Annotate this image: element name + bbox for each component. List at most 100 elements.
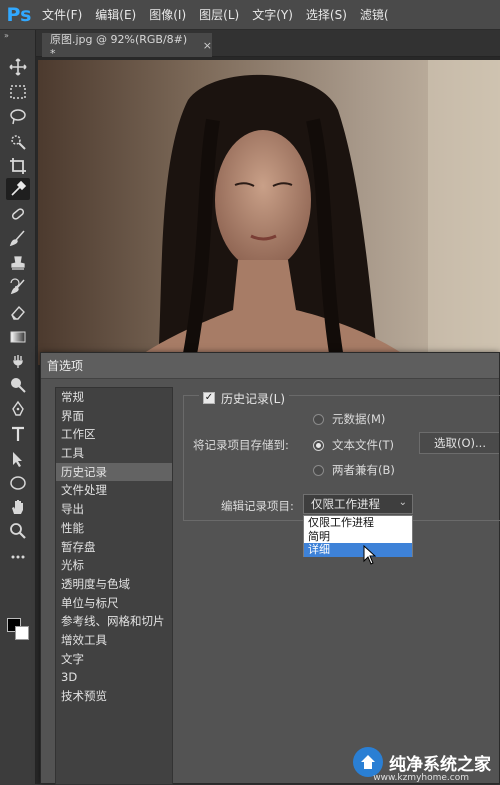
photoshop-logo: Ps bbox=[6, 3, 32, 26]
category-item[interactable]: 性能 bbox=[56, 519, 172, 538]
more-tools-button[interactable] bbox=[6, 546, 30, 568]
document-tab-title: 原图.jpg @ 92%(RGB/8#) * bbox=[50, 32, 188, 60]
edit-log-items-label: 编辑记录项目: bbox=[221, 499, 294, 513]
eraser-tool-button[interactable] bbox=[6, 301, 30, 323]
tools-panel: » bbox=[0, 30, 36, 784]
marquee-tool-button[interactable] bbox=[6, 81, 30, 103]
healing-brush-tool-icon bbox=[11, 208, 25, 220]
radio-both[interactable]: 两者兼有(B) bbox=[313, 462, 395, 478]
zoom-tool-icon bbox=[10, 523, 26, 539]
category-item[interactable]: 工具 bbox=[56, 444, 172, 463]
pen-tool-icon bbox=[12, 400, 24, 416]
category-item[interactable]: 文件处理 bbox=[56, 481, 172, 500]
eyedropper-tool-button[interactable] bbox=[6, 178, 30, 200]
menu-image[interactable]: 图像(I) bbox=[149, 6, 186, 23]
edit-log-items-select[interactable]: 仅限工作进程 ⌄ bbox=[303, 494, 413, 514]
type-tool-icon bbox=[12, 426, 24, 441]
lasso-tool-icon bbox=[10, 109, 26, 125]
move-tool-button[interactable] bbox=[6, 56, 30, 78]
category-item[interactable]: 文字 bbox=[56, 650, 172, 669]
history-checkbox[interactable]: ✓ bbox=[203, 392, 215, 404]
category-item[interactable]: 增效工具 bbox=[56, 631, 172, 650]
menu-layer[interactable]: 图层(L) bbox=[199, 6, 239, 23]
dialog-titlebar[interactable]: 首选项 bbox=[41, 353, 499, 379]
eraser-tool-icon bbox=[11, 305, 25, 320]
category-item[interactable]: 单位与标尺 bbox=[56, 594, 172, 613]
portrait-photo bbox=[38, 60, 500, 365]
path-select-tool-button[interactable] bbox=[6, 448, 30, 470]
zoom-tool-button[interactable] bbox=[6, 520, 30, 542]
eyedropper-tool-icon bbox=[11, 180, 27, 196]
menu-edit[interactable]: 编辑(E) bbox=[95, 6, 136, 23]
chevron-down-icon: ⌄ bbox=[398, 497, 407, 508]
watermark-text: 纯净系统之家 bbox=[389, 754, 491, 775]
dropdown-option-concise[interactable]: 简明 bbox=[304, 530, 412, 544]
history-brush-tool-button[interactable] bbox=[6, 276, 30, 298]
category-item[interactable]: 技术预览 bbox=[56, 687, 172, 706]
type-tool-button[interactable] bbox=[6, 423, 30, 445]
category-item[interactable]: 暂存盘 bbox=[56, 538, 172, 557]
brush-tool-icon bbox=[9, 230, 25, 247]
edit-log-items-value: 仅限工作进程 bbox=[311, 497, 380, 511]
dialog-title: 首选项 bbox=[47, 359, 84, 373]
history-brush-tool-icon bbox=[10, 278, 25, 295]
shape-tool-button[interactable] bbox=[6, 472, 30, 494]
category-item[interactable]: 参考线、网格和切片 bbox=[56, 612, 172, 631]
radio-both-label: 两者兼有(B) bbox=[332, 463, 395, 477]
radio-text-file[interactable]: 文本文件(T) bbox=[313, 437, 394, 453]
gradient-tool-button[interactable] bbox=[6, 326, 30, 348]
marquee-tool-icon bbox=[10, 85, 26, 99]
edit-log-items-dropdown: 仅限工作进程 简明 详细 bbox=[303, 515, 413, 557]
quick-select-tool-icon bbox=[11, 135, 26, 150]
crop-tool-icon bbox=[10, 158, 26, 174]
lasso-tool-button[interactable] bbox=[6, 106, 30, 128]
radio-metadata-button[interactable] bbox=[313, 413, 324, 425]
radio-text-file-button[interactable] bbox=[313, 439, 324, 451]
category-item[interactable]: 透明度与色域 bbox=[56, 575, 172, 594]
watermark-url: www.kzmyhome.com bbox=[373, 773, 469, 783]
menu-filter[interactable]: 滤镜( bbox=[360, 6, 389, 23]
category-item[interactable]: 历史记录 bbox=[56, 462, 172, 482]
shape-tool-icon bbox=[10, 476, 26, 490]
smudge-tool-icon bbox=[13, 355, 23, 368]
document-tab[interactable]: 原图.jpg @ 92%(RGB/8#) * × bbox=[42, 32, 212, 60]
category-item[interactable]: 界面 bbox=[56, 407, 172, 426]
radio-both-button[interactable] bbox=[313, 464, 324, 476]
quick-select-tool-button[interactable] bbox=[6, 131, 30, 153]
category-item[interactable]: 导出 bbox=[56, 500, 172, 519]
document-tab-bar: 原图.jpg @ 92%(RGB/8#) * × bbox=[36, 30, 500, 60]
menu-select[interactable]: 选择(S) bbox=[306, 6, 347, 23]
smudge-tool-button[interactable] bbox=[6, 350, 30, 372]
category-item[interactable]: 3D bbox=[56, 668, 172, 687]
category-item[interactable]: 工作区 bbox=[56, 425, 172, 444]
gradient-tool-icon bbox=[10, 331, 26, 343]
hand-tool-button[interactable] bbox=[6, 496, 30, 518]
history-checkbox-label: 历史记录(L) bbox=[221, 391, 286, 406]
brush-tool-button[interactable] bbox=[6, 227, 30, 249]
menu-file[interactable]: 文件(F) bbox=[42, 6, 82, 23]
healing-brush-tool-button[interactable] bbox=[6, 203, 30, 225]
radio-metadata[interactable]: 元数据(M) bbox=[313, 411, 385, 427]
menu-bar: Ps 文件(F) 编辑(E) 图像(I) 图层(L) 文字(Y) 选择(S) 滤… bbox=[0, 0, 500, 30]
document-image bbox=[38, 60, 500, 365]
background-color-swatch[interactable] bbox=[15, 626, 29, 640]
history-checkbox-row[interactable]: ✓ 历史记录(L) bbox=[199, 389, 290, 407]
close-tab-icon[interactable]: × bbox=[203, 39, 212, 52]
mouse-pointer-icon bbox=[363, 545, 377, 565]
collapse-toolbar-icon[interactable]: » bbox=[0, 30, 35, 42]
category-item[interactable]: 常规 bbox=[56, 388, 172, 407]
pen-tool-button[interactable] bbox=[6, 398, 30, 420]
dodge-tool-button[interactable] bbox=[6, 374, 30, 396]
category-item[interactable]: 光标 bbox=[56, 556, 172, 575]
hand-tool-icon bbox=[12, 500, 23, 514]
preferences-category-list: 常规 界面 工作区 工具 历史记录 文件处理 导出 性能 暂存盘 光标 透明度与色域 单位与标尺 参考线… bbox=[55, 387, 173, 785]
clone-stamp-tool-button[interactable] bbox=[6, 252, 30, 274]
crop-tool-button[interactable] bbox=[6, 155, 30, 177]
dropdown-option-detailed[interactable]: 详细 bbox=[304, 543, 412, 557]
move-tool-icon bbox=[9, 58, 27, 76]
choose-file-button[interactable]: 选取(O)... bbox=[419, 432, 499, 454]
dropdown-option-sessions-only[interactable]: 仅限工作进程 bbox=[304, 516, 412, 530]
menu-type[interactable]: 文字(Y) bbox=[252, 6, 293, 23]
more-tools-icon bbox=[11, 555, 25, 559]
radio-metadata-label: 元数据(M) bbox=[332, 412, 386, 426]
